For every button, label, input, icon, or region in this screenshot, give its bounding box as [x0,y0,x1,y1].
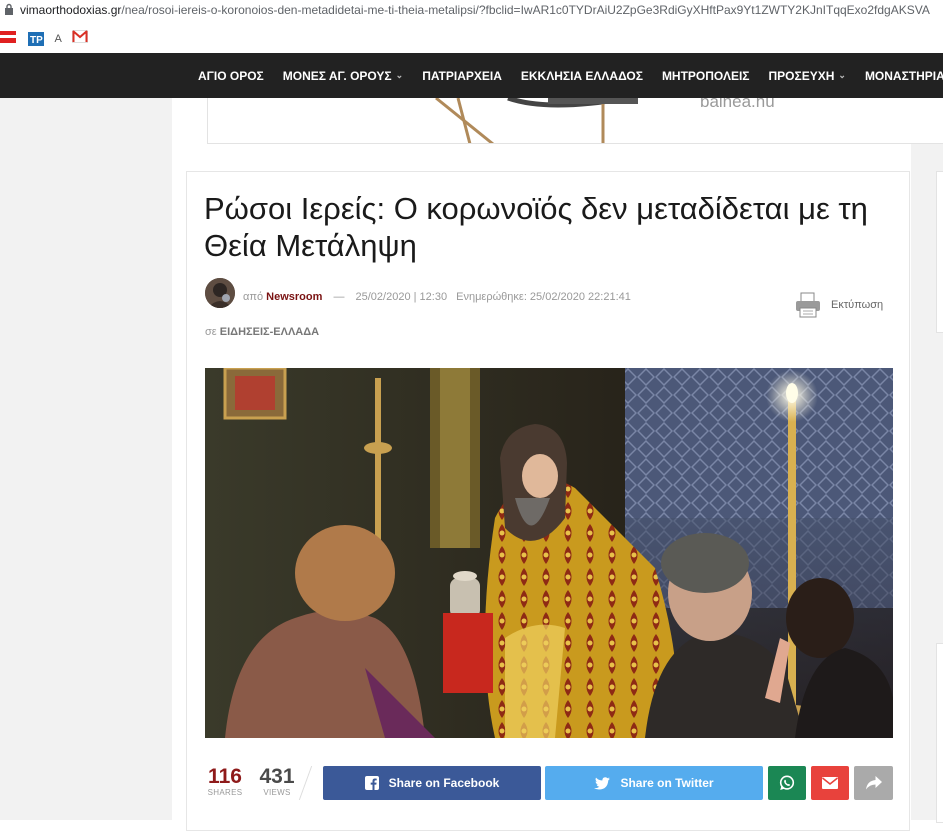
share-more-button[interactable] [854,766,893,800]
share-bar: 116 SHARES 431 VIEWS Share on Facebook S… [205,766,893,800]
chevron-down-icon: ⌄ [838,70,846,80]
category-link[interactable]: ΕΙΔΗΣΕΙΣ-ΕΛΛΑΔΑ [220,326,319,338]
whatsapp-icon [779,775,795,790]
email-icon [822,777,838,789]
twitter-label: Share on Twitter [620,776,714,790]
facebook-label: Share on Facebook [388,776,500,790]
views-label: VIEWS [263,788,291,797]
tp-icon: TP [28,31,44,46]
chevron-down-icon: ⌄ [395,70,404,80]
nav-item-proseuchi[interactable]: ΠΡΟΣΕΥΧΗ ⌄ [769,69,846,83]
nav-item-ekklisia-ellados[interactable]: ΕΚΚΛΗΣΙΑ ΕΛΛΑΔΟΣ [521,69,643,83]
bookmark-label: A [54,32,62,45]
article-photo [205,368,893,738]
page-background-left [0,98,172,820]
views-stat: 431 VIEWS [257,765,297,798]
nav-item-label: ΕΚΚΛΗΣΙΑ ΕΛΛΑΔΟΣ [520,68,643,83]
article-card: Ρώσοι Ιερείς: Ο κορωνοϊός δεν μεταδίδετα… [186,171,910,831]
shares-label: SHARES [207,788,243,797]
nav-item-agio-oros[interactable]: ΑΓΙΟ ΟΡΟΣ [198,69,264,83]
sidebar-widget [936,643,943,823]
views-count: 431 [259,765,295,788]
twitter-icon [594,776,611,789]
nav-item-monastiria[interactable]: ΜΟΝΑΣΤΗΡΙΑ ΤΟ [865,69,943,83]
nav-item-label: ΠΡΟΣΕΥΧΗ [768,68,835,83]
updated-date: Ενημερώθηκε: 25/02/2020 22:21:41 [456,291,631,303]
article-title: Ρώσοι Ιερείς: Ο κορωνοϊός δεν μεταδίδετα… [204,191,868,263]
share-twitter-button[interactable]: Share on Twitter [545,766,763,800]
sidebar-widget [936,171,943,333]
meta-separator: — [333,291,345,303]
nav-item-mitropoleis[interactable]: ΜΗΤΡΟΠΟΛΕΙΣ [662,69,750,83]
by-prefix: από [243,291,264,303]
massage-table-image [435,98,638,143]
bookmark-tp[interactable]: TP A [28,30,62,48]
main-nav: ΑΓΙΟ ΟΡΟΣ ΜΟΝΕΣ ΑΓ. ΟΡΟΥΣ ⌄ ΠΑΤΡΙΑΡΧΕΙΑ Ε… [0,53,943,98]
address-bar[interactable]: vimaorthodoxias.gr/nea/rosoi-iereis-o-ko… [0,0,943,20]
share-email-button[interactable] [811,766,849,800]
article-category: σε ΕΙΔΗΣΕΙΣ-ΕΛΛΑΔΑ [205,326,319,338]
article-meta: από Newsroom — 25/02/2020 | 12:30 Ενημερ… [243,291,631,303]
advertisement-banner[interactable]: bainea.hu [207,98,943,144]
shares-stat: 116 SHARES [205,765,245,798]
share-arrow-icon [865,776,882,790]
nav-item-label: ΜΟΝΕΣ ΑΓ. ΟΡΟΥΣ [282,68,392,83]
nav-item-label: ΜΗΤΡΟΠΟΛΕΙΣ [661,68,750,83]
bookmarks-bar: TP A [0,20,943,53]
nav-item-mones[interactable]: ΜΟΝΕΣ ΑΓ. ΟΡΟΥΣ ⌄ [283,69,403,83]
author-avatar[interactable] [205,278,235,308]
shares-count: 116 [208,765,242,788]
svg-text:TP: TP [30,35,43,46]
red-flag-icon[interactable] [0,30,16,48]
category-prefix: σε [205,326,217,338]
nav-item-patriarcheia[interactable]: ΠΑΤΡΙΑΡΧΕΙΑ [422,69,502,83]
print-label: Εκτύπωση [831,299,884,311]
author-link[interactable]: Newsroom [266,291,322,303]
share-facebook-button[interactable]: Share on Facebook [323,766,541,800]
url-text[interactable]: vimaorthodoxias.gr/nea/rosoi-iereis-o-ko… [20,3,930,17]
publish-date: 25/02/2020 | 12:30 [355,291,448,303]
gmail-icon[interactable] [72,30,88,48]
printer-icon [796,292,820,318]
nav-item-label: ΠΑΤΡΙΑΡΧΕΙΑ [422,68,502,83]
nav-item-label: ΑΓΙΟ ΟΡΟΣ [198,68,264,83]
divider [298,766,313,800]
lock-icon [5,3,13,15]
facebook-icon [364,776,379,790]
nav-item-label: ΜΟΝΑΣΤΗΡΙΑ ΤΟ [864,68,943,83]
print-button[interactable]: Εκτύπωση [795,292,883,318]
ad-text: bainea.hu [700,98,775,111]
share-whatsapp-button[interactable] [768,766,806,800]
